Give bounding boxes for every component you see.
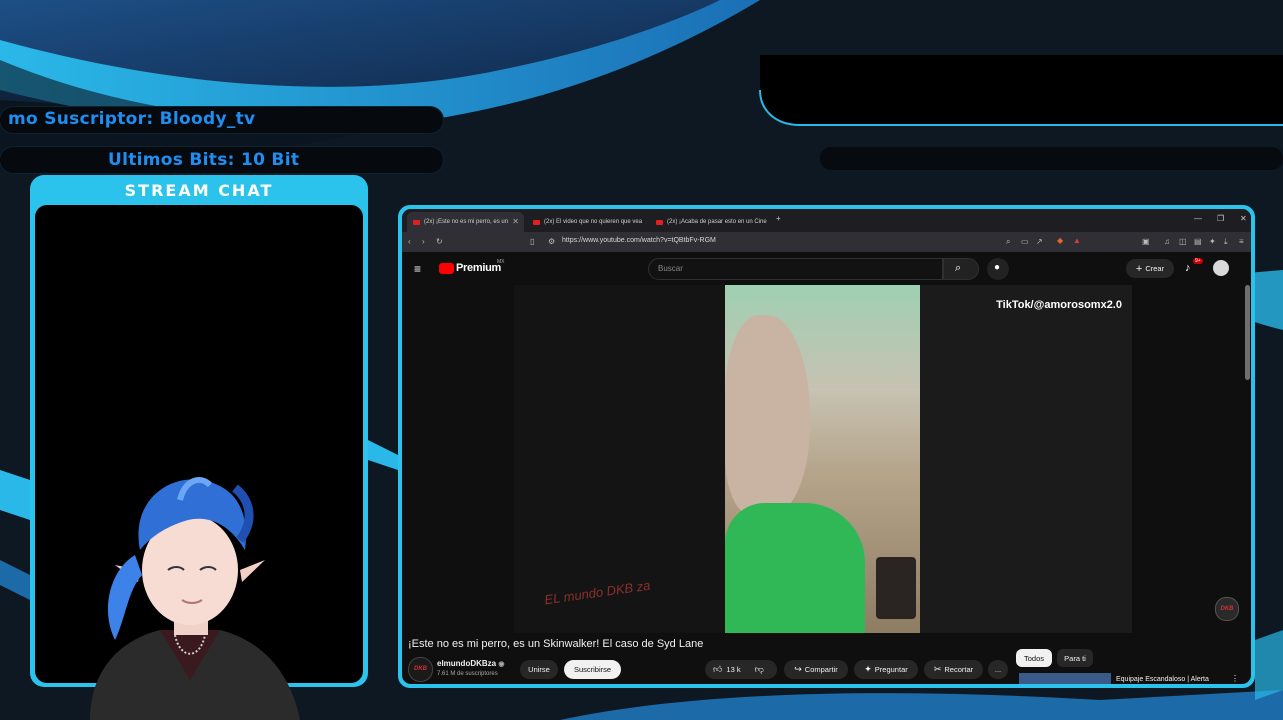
browser-window: (2x) ¡Este no es mi perro, es un ✕ (2x) … — [402, 209, 1251, 684]
tab-video-3[interactable]: (2x) ¡Acaba de pasar esto en un Cine — [650, 212, 768, 232]
minimize-icon[interactable]: — — [1194, 214, 1202, 223]
region-label: MX — [497, 259, 505, 265]
more-actions-button[interactable]: ... — [988, 660, 1008, 679]
tab-bar: (2x) ¡Este no es mi perro, es un ✕ (2x) … — [402, 209, 1251, 232]
person-face — [725, 315, 810, 515]
page-scrollbar[interactable] — [1245, 285, 1250, 380]
wallet-icon[interactable]: ▤ — [1194, 238, 1202, 246]
music-icon[interactable]: ♫ — [1164, 238, 1170, 246]
clip-label: Recortar — [944, 665, 974, 674]
recommended-thumbnail[interactable] — [1019, 673, 1111, 684]
restore-icon[interactable]: ❐ — [1217, 214, 1224, 223]
tab-video[interactable]: (2x) ¡Este no es mi perro, es un ✕ — [407, 212, 524, 232]
split-view-icon[interactable]: ◫ — [1179, 238, 1187, 246]
chip-for-you[interactable]: Para ti — [1057, 649, 1093, 667]
like-icon[interactable]: 👍︎ — [713, 664, 722, 675]
share-button[interactable]: ↪ Compartir — [784, 660, 848, 679]
clip-button[interactable]: ✂ Recortar — [924, 660, 983, 679]
zoom-icon[interactable]: ⌕ — [1006, 238, 1010, 246]
notifications-bell-icon[interactable]: ♪ — [1185, 262, 1191, 274]
plus-icon: + — [1135, 262, 1143, 275]
tab-video-2[interactable]: (2x) El video que no quieren que vea — [527, 212, 645, 232]
chip-all[interactable]: Todos — [1016, 649, 1052, 667]
microphone-icon: ● — [994, 262, 1001, 273]
brave-shield-icon[interactable]: ◆ — [1057, 237, 1063, 245]
menu-icon[interactable]: ≡ — [1239, 238, 1244, 246]
url-input[interactable]: https://www.youtube.com/watch?v=tQBtbFv-… — [562, 237, 716, 244]
share-arrow-icon: ↪ — [794, 664, 802, 674]
tab-label: (2x) ¡Este no es mi perro, es un — [424, 219, 509, 225]
ask-label: Preguntar — [874, 665, 908, 674]
video-frame — [725, 285, 920, 633]
downloads-icon[interactable]: ⤓ — [1224, 238, 1228, 246]
share-label: Compartir — [804, 665, 838, 674]
search-icon: ⌕ — [955, 262, 962, 274]
create-label: Crear — [1145, 264, 1165, 273]
like-count[interactable]: 13 k — [726, 665, 740, 674]
reload-icon[interactable]: ↻ — [436, 238, 443, 246]
youtube-favicon-icon — [413, 219, 420, 225]
last-bits-text: Ultimos Bits: 10 Bit — [108, 150, 300, 170]
ask-button[interactable]: ✦ Preguntar — [854, 660, 918, 679]
subscribe-button[interactable]: Suscribirse — [564, 660, 621, 679]
search-button[interactable]: ⌕ — [943, 258, 979, 280]
stream-chat-title: STREAM CHAT — [124, 181, 274, 200]
notifications-badge: 9+ — [1193, 258, 1203, 264]
search-placeholder: Buscar — [658, 264, 683, 273]
sparkle-icon: ✦ — [864, 664, 872, 674]
picture-in-picture-inset — [876, 557, 916, 619]
youtube-logo-icon[interactable] — [439, 263, 454, 274]
video-blur-right — [920, 285, 1132, 633]
person-shirt — [725, 503, 865, 633]
verified-icon: ◉ — [498, 661, 505, 668]
channel-branding-logo[interactable]: DKB — [1215, 597, 1239, 621]
search-input[interactable]: Buscar — [648, 258, 943, 280]
address-bar: ‹ › ↻ ▯ ⚙ https://www.youtube.com/watch?… — [402, 232, 1251, 252]
scissors-icon: ✂ — [933, 664, 942, 674]
back-icon[interactable]: ‹ — [408, 238, 411, 246]
tiktok-watermark: TikTok/@amorosomx2.0 — [996, 299, 1122, 311]
rewards-icon[interactable]: ▲ — [1073, 237, 1081, 245]
voice-search-button[interactable]: ● — [987, 258, 1009, 280]
video-title: ¡Este no es mi perro, es un Skinwalker! … — [408, 638, 704, 650]
youtube-header: ≡ Premium MX Buscar ⌕ ● + Crear ♪ 9+ — [402, 252, 1251, 285]
subscriber-count: 7.61 M de suscriptores — [437, 671, 498, 677]
youtube-premium-logo[interactable]: Premium — [456, 262, 501, 274]
recommended-title[interactable]: Equipaje Escandaloso | Alerta — [1116, 676, 1209, 683]
screenshot-icon[interactable]: ▭ — [1021, 238, 1029, 246]
channel-name-text: elmundoDKBza — [437, 659, 497, 668]
channel-name[interactable]: elmundoDKBza ◉ — [437, 659, 504, 668]
create-button[interactable]: + Crear — [1126, 259, 1174, 278]
dislike-icon[interactable]: 👎︎ — [755, 664, 764, 675]
bookmark-icon[interactable]: ▯ — [530, 238, 534, 246]
rec-more-icon[interactable]: ⋮ — [1231, 675, 1239, 683]
sidebar-icon[interactable]: ▣ — [1142, 238, 1150, 246]
join-button[interactable]: Unirse — [520, 660, 558, 679]
share-icon[interactable]: ↗ — [1036, 238, 1043, 246]
tab-label: (2x) ¡Acaba de pasar esto en un Cine — [667, 219, 767, 225]
like-dislike-group: 👍︎ 13 k 👎︎ — [705, 660, 777, 679]
forward-icon[interactable]: › — [422, 238, 425, 246]
close-window-icon[interactable]: ✕ — [1240, 214, 1247, 223]
tab-label: (2x) El video que no quieren que vea — [544, 219, 643, 225]
extensions-icon[interactable]: ✦ — [1209, 238, 1216, 246]
last-subscriber-text: mo Suscriptor: Bloody_tv — [8, 109, 256, 129]
account-avatar[interactable] — [1213, 260, 1229, 276]
close-tab-icon[interactable]: ✕ — [512, 217, 519, 226]
video-player[interactable]: TikTok/@amorosomx2.0 EL mundo DKB za — [514, 285, 1132, 633]
browser-capture-frame: (2x) ¡Este no es mi perro, es un ✕ (2x) … — [398, 205, 1255, 688]
youtube-favicon-icon — [533, 219, 540, 225]
new-tab-button[interactable]: + — [776, 214, 781, 223]
channel-avatar[interactable]: DKB — [408, 657, 433, 682]
vtuber-avatar — [90, 477, 300, 720]
hamburger-menu-icon[interactable]: ≡ — [414, 263, 421, 275]
youtube-favicon-icon — [656, 219, 663, 225]
site-info-icon[interactable]: ⚙ — [548, 238, 555, 246]
